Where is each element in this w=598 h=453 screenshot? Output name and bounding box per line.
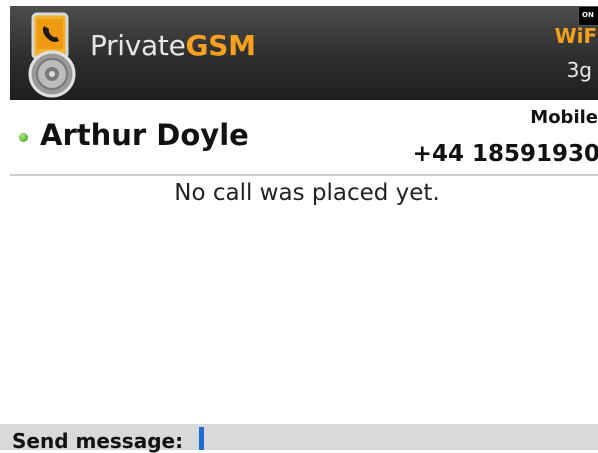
- contact-header[interactable]: Arthur Doyle Mobile +44 18591930: [10, 101, 598, 173]
- app-title: PrivateGSM: [90, 29, 256, 62]
- call-history: No call was placed yet.: [10, 176, 598, 421]
- signal-indicator: ON: [578, 6, 598, 26]
- phone-type-label: Mobile: [530, 107, 598, 128]
- signal-badge-text: ON: [582, 11, 594, 19]
- wifi-status: WiFi: [554, 24, 598, 48]
- contact-name: Arthur Doyle: [40, 118, 249, 152]
- empty-history-message: No call was placed yet.: [174, 180, 440, 206]
- phone-number: +44 18591930: [412, 141, 598, 167]
- network-status: 3g: [566, 58, 592, 82]
- phone-padlock-icon: [28, 12, 76, 98]
- message-input[interactable]: [200, 424, 590, 450]
- send-message-label: Send message:: [12, 429, 184, 453]
- message-composer[interactable]: Send message:: [0, 424, 598, 453]
- app-header: PrivateGSM ON WiFi 3g: [10, 6, 598, 100]
- app-title-prefix: Private: [90, 29, 186, 62]
- online-dot-icon: [19, 133, 28, 142]
- app-title-suffix: GSM: [185, 29, 256, 62]
